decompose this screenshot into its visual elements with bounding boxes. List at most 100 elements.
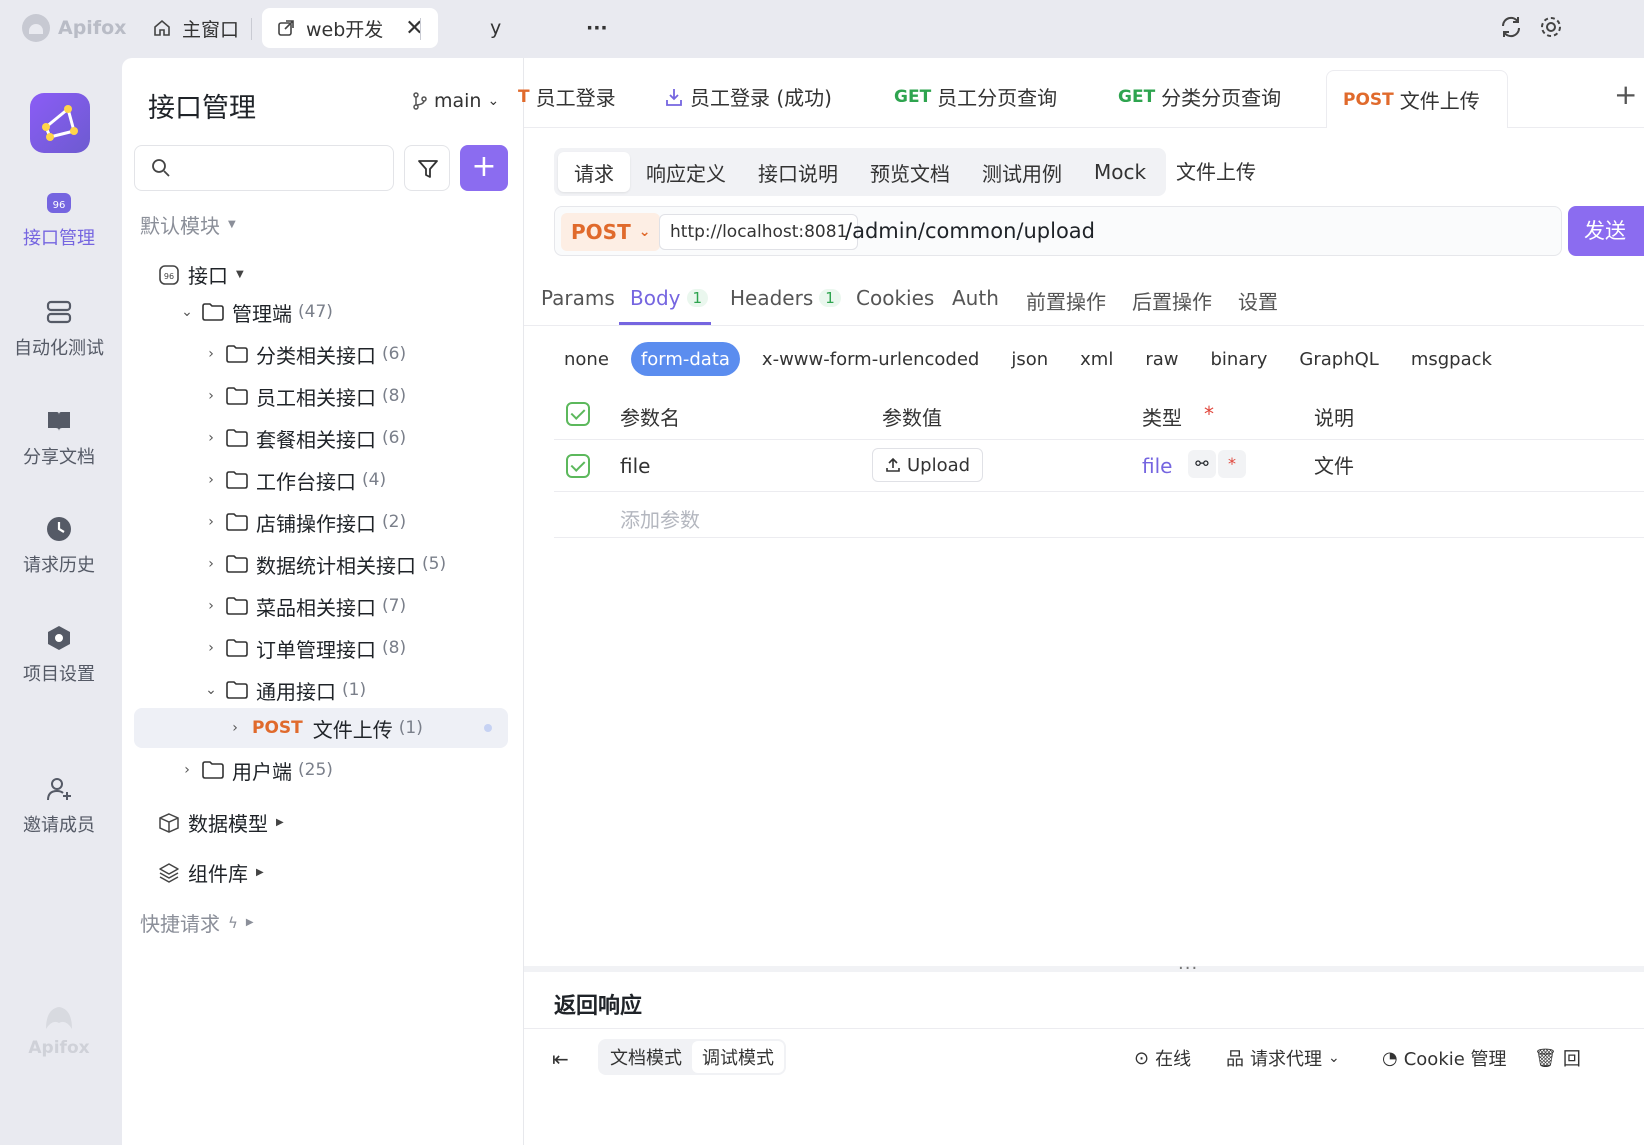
request-tab-file-upload[interactable]: POST 文件上传 bbox=[1326, 70, 1508, 128]
tree-folder-category[interactable]: › 分类相关接口 (6) bbox=[134, 334, 508, 374]
window-tab-main[interactable]: 主窗口 bbox=[138, 8, 253, 48]
online-status[interactable]: ⊙ 在线 bbox=[1134, 1045, 1191, 1071]
rail-item-api-management[interactable]: 96 接口管理 bbox=[0, 188, 118, 250]
tab-params[interactable]: Params bbox=[541, 286, 615, 310]
segment-api-description[interactable]: 接口说明 bbox=[742, 152, 854, 192]
body-type-json[interactable]: json bbox=[1001, 342, 1058, 376]
body-type-none[interactable]: none bbox=[554, 342, 619, 376]
tab-headers[interactable]: Headers 1 bbox=[730, 286, 841, 310]
row-checkbox[interactable] bbox=[566, 454, 590, 478]
param-name-input[interactable]: file bbox=[620, 454, 650, 478]
tab-auth[interactable]: Auth bbox=[952, 286, 999, 310]
rail-item-label: 自动化测试 bbox=[14, 338, 104, 359]
body-type-msgpack[interactable]: msgpack bbox=[1401, 342, 1502, 376]
request-tab-bar: T 员工登录 员工登录 (成功) GET 员工分页查询 GET 分类分页查询 P… bbox=[518, 58, 1644, 128]
tree-count: (25) bbox=[298, 760, 333, 780]
tree-label: 订单管理接口 bbox=[256, 637, 376, 662]
rail-item-invite[interactable]: 邀请成员 bbox=[0, 775, 118, 837]
api-name[interactable]: 文件上传 bbox=[1176, 156, 1256, 185]
param-type-select[interactable]: file bbox=[1142, 454, 1172, 478]
segment-preview-docs[interactable]: 预览文档 bbox=[854, 152, 966, 192]
tree-folder-user[interactable]: › 用户端 (25) bbox=[134, 750, 508, 790]
tree-label: 菜品相关接口 bbox=[256, 595, 376, 620]
tab-post-processors[interactable]: 后置操作 bbox=[1132, 286, 1212, 315]
tab-pre-processors[interactable]: 前置操作 bbox=[1026, 286, 1106, 315]
method-select[interactable]: POST ⌄ bbox=[561, 213, 661, 251]
app-brand: Apifox bbox=[22, 14, 126, 42]
mode-docs[interactable]: 文档模式 bbox=[600, 1041, 692, 1073]
rail-item-share-docs[interactable]: 分享文档 bbox=[0, 407, 118, 469]
caret-right-icon: ▶ bbox=[256, 867, 264, 878]
body-type-form-data[interactable]: form-data bbox=[630, 342, 740, 376]
request-tab-employee-page[interactable]: GET 员工分页查询 bbox=[894, 82, 1057, 111]
rail-item-automation[interactable]: 自动化测试 bbox=[0, 298, 118, 360]
request-tab-category-page[interactable]: GET 分类分页查询 bbox=[1118, 82, 1281, 111]
add-button[interactable]: + bbox=[460, 145, 508, 191]
segment-response-definition[interactable]: 响应定义 bbox=[630, 152, 742, 192]
new-tab-button[interactable]: + bbox=[1614, 78, 1637, 111]
window-tab-y[interactable]: y bbox=[476, 8, 515, 48]
param-description[interactable]: 文件 bbox=[1314, 450, 1354, 479]
send-button[interactable]: 发送 bbox=[1568, 206, 1644, 256]
window-tab-web[interactable]: web开发 ✕ bbox=[262, 8, 438, 48]
body-type-xml[interactable]: xml bbox=[1070, 342, 1123, 376]
chevron-right-icon: › bbox=[208, 346, 214, 362]
select-all-checkbox[interactable] bbox=[566, 402, 590, 426]
home-icon bbox=[154, 19, 170, 36]
api-root-node[interactable]: 96 接口 ▼ bbox=[158, 260, 244, 289]
search-input[interactable] bbox=[134, 145, 394, 191]
request-tab-login-success[interactable]: 员工登录 (成功) bbox=[664, 82, 832, 111]
more-tabs-button[interactable]: ··· bbox=[572, 8, 622, 48]
filter-button[interactable] bbox=[404, 145, 450, 191]
mode-debug[interactable]: 调试模式 bbox=[692, 1041, 784, 1073]
request-tab-login[interactable]: T 员工登录 bbox=[518, 82, 616, 111]
tree-folder-common[interactable]: ⌄ 通用接口 (1) bbox=[134, 670, 508, 710]
default-module-selector[interactable]: 默认模块 ▼ bbox=[140, 210, 236, 239]
tree-endpoint-file-upload[interactable]: › POST 文件上传 (1) bbox=[134, 708, 508, 748]
add-param-input[interactable]: 添加参数 bbox=[620, 504, 700, 533]
url-path-input[interactable]: /admin/common/upload bbox=[845, 219, 1095, 243]
data-model-node[interactable]: 数据模型 ▶ bbox=[158, 808, 284, 837]
rail-item-history[interactable]: 请求历史 bbox=[0, 515, 118, 577]
tree-folder-setmeal[interactable]: › 套餐相关接口 (6) bbox=[134, 418, 508, 458]
collapse-sidebar-icon[interactable]: ⇤ bbox=[552, 1047, 569, 1071]
cookie-manager[interactable]: ◔ Cookie 管理 bbox=[1382, 1045, 1507, 1071]
branch-selector[interactable]: main ⌄ bbox=[412, 90, 499, 112]
tab-settings[interactable]: 设置 bbox=[1238, 286, 1278, 315]
body-type-raw[interactable]: raw bbox=[1135, 342, 1188, 376]
tree-folder-admin[interactable]: ⌄ 管理端 (47) bbox=[134, 292, 508, 332]
segment-test-cases[interactable]: 测试用例 bbox=[966, 152, 1078, 192]
project-avatar[interactable] bbox=[30, 93, 90, 153]
rail-item-project-settings[interactable]: 项目设置 bbox=[0, 624, 118, 686]
layers-icon bbox=[159, 862, 179, 883]
tree-folder-dish[interactable]: › 菜品相关接口 (7) bbox=[134, 586, 508, 626]
tab-cookies[interactable]: Cookies bbox=[856, 286, 934, 310]
gear-icon[interactable] bbox=[1538, 14, 1564, 46]
tree-folder-shop[interactable]: › 店铺操作接口 (2) bbox=[134, 502, 508, 542]
proxy-selector[interactable]: 品 请求代理 ⌄ bbox=[1226, 1045, 1340, 1071]
base-url-select[interactable]: http://localhost:8081 bbox=[659, 214, 859, 250]
quick-request-node[interactable]: 快捷请求 ϟ ▶ bbox=[140, 908, 254, 937]
components-node[interactable]: 组件库 ▶ bbox=[158, 858, 264, 887]
tree-folder-order[interactable]: › 订单管理接口 (8) bbox=[134, 628, 508, 668]
tree-folder-workspace[interactable]: › 工作台接口 (4) bbox=[134, 460, 508, 500]
caret-right-icon: ▶ bbox=[245, 917, 254, 928]
segment-request[interactable]: 请求 bbox=[558, 152, 630, 192]
required-toggle[interactable]: * bbox=[1218, 450, 1246, 478]
resize-handle[interactable]: ··· bbox=[1178, 958, 1198, 979]
refresh-icon[interactable] bbox=[1498, 14, 1524, 46]
body-type-graphql[interactable]: GraphQL bbox=[1289, 342, 1388, 376]
tree-folder-statistics[interactable]: › 数据统计相关接口 (5) bbox=[134, 544, 508, 584]
recycle-bin[interactable]: 🗑 回 bbox=[1534, 1045, 1581, 1071]
tree-folder-employee[interactable]: › 员工相关接口 (8) bbox=[134, 376, 508, 416]
check-circle-icon: ⊙ bbox=[1134, 1047, 1150, 1069]
segment-mock[interactable]: Mock bbox=[1078, 152, 1162, 192]
upload-button[interactable]: Upload bbox=[872, 448, 984, 482]
chevron-down-icon: ⌄ bbox=[1328, 1050, 1340, 1066]
folder-icon bbox=[202, 303, 224, 321]
tab-body[interactable]: Body 1 bbox=[630, 286, 709, 310]
link-icon: ⚯ bbox=[1195, 454, 1209, 473]
body-type-urlencoded[interactable]: x-www-form-urlencoded bbox=[752, 342, 989, 376]
content-type-button[interactable]: ⚯ bbox=[1188, 450, 1216, 478]
body-type-binary[interactable]: binary bbox=[1200, 342, 1277, 376]
